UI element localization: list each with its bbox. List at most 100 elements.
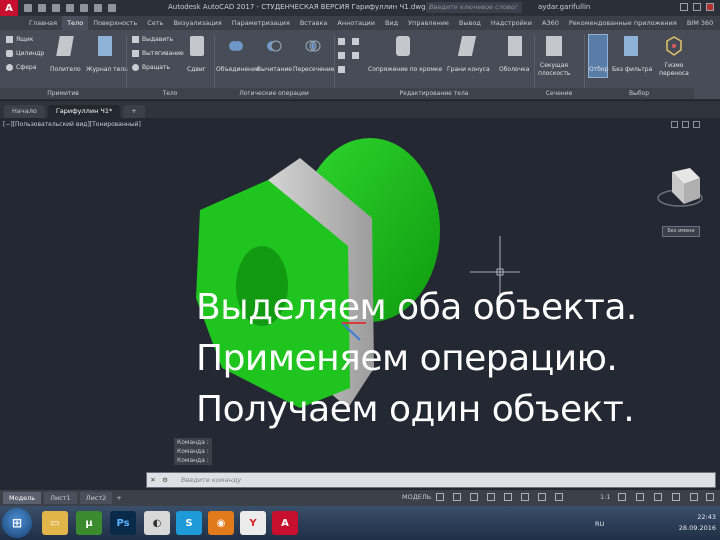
sphere-button[interactable]: Сфера [6, 64, 37, 71]
union-icon[interactable] [228, 38, 244, 52]
intersect-button[interactable]: Пересечение [293, 66, 334, 73]
sweep-button[interactable]: Сдвиг [187, 66, 206, 73]
print-icon[interactable] [80, 4, 88, 12]
section-plane-icon[interactable] [546, 36, 562, 56]
shell-icon[interactable] [508, 36, 522, 56]
edit-tool-3[interactable] [338, 66, 345, 73]
annotation-scale[interactable]: 1:1 [600, 493, 610, 501]
ucs-selector[interactable]: Без имени [662, 226, 700, 237]
utorrent-icon[interactable]: µ [76, 511, 102, 535]
blender-icon[interactable]: ◉ [208, 511, 234, 535]
save-icon[interactable] [52, 4, 60, 12]
polysolid-icon[interactable] [56, 36, 74, 56]
section-plane-button[interactable]: Секущая плоскость [538, 62, 570, 78]
customize-status-icon[interactable] [706, 493, 714, 501]
isolate-objects-icon[interactable] [672, 493, 680, 501]
command-input[interactable]: Введите команду [181, 476, 241, 484]
ribbon-tab[interactable]: Параметризация [227, 16, 295, 30]
start-button[interactable]: ⊞ [2, 508, 32, 538]
fillet-edge-button[interactable]: Сопряжение по кромке [368, 66, 442, 73]
ribbon-tab[interactable]: Управление [403, 16, 454, 30]
ribbon-tab[interactable]: Визуализация [168, 16, 226, 30]
undo-icon[interactable] [94, 4, 102, 12]
grid-icon[interactable] [436, 493, 444, 501]
photoshop-icon[interactable]: Ps [110, 511, 136, 535]
intersect-icon[interactable] [305, 38, 321, 52]
explorer-icon[interactable]: ▭ [42, 511, 68, 535]
drawing-viewport[interactable]: [−][Пользовательский вид][Тонированный] [0, 118, 720, 490]
add-layout-icon[interactable]: + [116, 494, 121, 502]
panel-title-section[interactable]: Сечение [534, 88, 584, 99]
osnap-icon[interactable] [504, 493, 512, 501]
no-filter-button[interactable]: Без фильтра [612, 66, 652, 73]
edit-tool-4[interactable] [352, 38, 359, 45]
ribbon-tab[interactable]: Главная [24, 16, 62, 30]
snap-icon[interactable] [453, 493, 461, 501]
user-name[interactable]: aydar.garifullin [538, 3, 590, 11]
yandex-browser-icon[interactable]: Y [240, 511, 266, 535]
lineweight-icon[interactable] [538, 493, 546, 501]
revolve-button[interactable]: Вращать [132, 64, 170, 71]
ribbon-tab[interactable]: Рекомендованные приложения [564, 16, 682, 30]
workspace-icon[interactable] [618, 493, 626, 501]
ribbon-tab[interactable]: Поверхность [88, 16, 142, 30]
ribbon-tab[interactable]: Аннотации [332, 16, 380, 30]
minimize-button[interactable] [680, 3, 688, 11]
units-icon[interactable] [654, 493, 662, 501]
taper-faces-button[interactable]: Грани конуса [447, 66, 490, 73]
autocad-taskbar-icon[interactable]: A [272, 511, 298, 535]
panel-title-primitives[interactable]: Примитив [0, 88, 126, 99]
layout-tab[interactable]: Модель [3, 492, 42, 504]
ribbon-tab[interactable]: Вывод [454, 16, 486, 30]
redo-icon[interactable] [108, 4, 116, 12]
layout-tab[interactable]: Лист2 [79, 492, 113, 504]
move-gizmo-button[interactable]: Гизмо переноса [658, 62, 690, 78]
subtract-button[interactable]: Вычитание [257, 66, 292, 73]
command-line[interactable]: ✕ ⚙ Введите команду [146, 472, 716, 488]
skype-icon[interactable]: S [176, 511, 202, 535]
panel-title-edit[interactable]: Редактирование тела [334, 88, 534, 99]
panel-title-boolean[interactable]: Логические операции [214, 88, 334, 99]
ribbon-tab[interactable]: Надстройки [486, 16, 537, 30]
model-space-toggle[interactable]: МОДЕЛЬ [402, 493, 431, 501]
customize-icon[interactable]: ⚙ [159, 476, 171, 484]
annotation-monitor-icon[interactable] [636, 493, 644, 501]
culling-button[interactable]: Отбор [589, 66, 608, 73]
edit-tool-5[interactable] [352, 52, 359, 59]
close-icon[interactable]: ✕ [147, 476, 159, 484]
move-gizmo-icon[interactable] [666, 36, 682, 56]
language-indicator[interactable]: RU [595, 520, 604, 528]
extrude-button[interactable]: Выдавить [132, 36, 173, 43]
save-as-icon[interactable] [66, 4, 74, 12]
new-file-icon[interactable] [24, 4, 32, 12]
taper-faces-icon[interactable] [457, 36, 477, 56]
maximize-button[interactable] [693, 3, 701, 11]
polar-icon[interactable] [487, 493, 495, 501]
no-filter-icon[interactable] [624, 36, 638, 56]
file-tab[interactable]: Гарифуллин Ч1* [47, 105, 121, 118]
solid-history-button[interactable]: Журнал тела [86, 66, 128, 73]
file-tab[interactable]: Начало [4, 105, 45, 118]
search-input[interactable]: Введите ключевое слово/фразу [426, 2, 522, 22]
polysolid-button[interactable]: Политело [50, 66, 81, 73]
sweep-icon[interactable] [190, 36, 204, 56]
system-clock[interactable]: 22:43 28.09.2016 [679, 512, 716, 534]
layout-tab[interactable]: Лист1 [44, 492, 77, 504]
presspull-button[interactable]: Вытягивание [132, 50, 184, 57]
panel-title-solid[interactable]: Тело [126, 88, 214, 99]
selection-cycling-icon[interactable] [555, 493, 563, 501]
ribbon-tab[interactable]: BIM 360 [682, 16, 718, 30]
media-player-icon[interactable]: ◐ [144, 511, 170, 535]
open-file-icon[interactable] [38, 4, 46, 12]
edit-tool-1[interactable] [338, 38, 345, 45]
panel-title-select[interactable]: Выбор [584, 88, 694, 99]
new-tab-button[interactable]: + [123, 105, 145, 118]
ribbon-tab[interactable]: Вид [380, 16, 403, 30]
box-button[interactable]: Ящик [6, 36, 33, 43]
autocad-logo-icon[interactable]: A [0, 0, 18, 16]
ortho-icon[interactable] [470, 493, 478, 501]
ribbon-tab[interactable]: A360 [537, 16, 564, 30]
otrack-icon[interactable] [521, 493, 529, 501]
shell-button[interactable]: Оболочка [499, 66, 529, 73]
ribbon-tab[interactable]: Тело [62, 16, 89, 30]
